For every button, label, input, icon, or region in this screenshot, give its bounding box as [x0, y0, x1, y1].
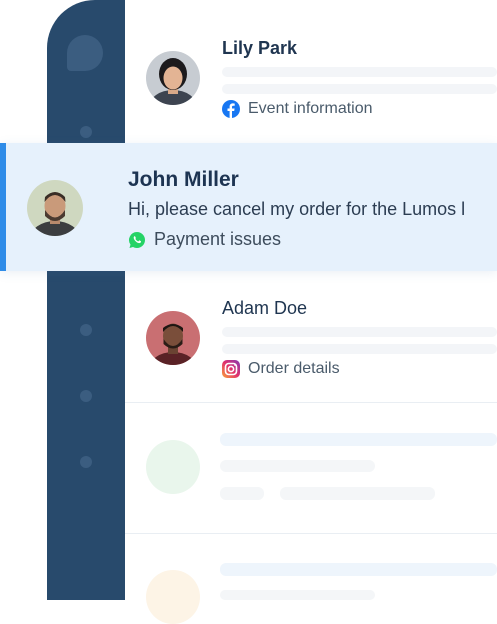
tag-placeholder	[220, 487, 264, 500]
sidebar-nav-dot[interactable]	[80, 324, 92, 336]
title-placeholder	[220, 563, 497, 576]
contact-name: Adam Doe	[222, 298, 308, 318]
avatar-placeholder	[146, 570, 200, 624]
line-placeholder	[280, 487, 435, 500]
channel-label: Event information	[248, 100, 373, 117]
channel-tag: Order details	[222, 360, 340, 378]
whatsapp-icon	[128, 231, 146, 249]
title-placeholder	[220, 433, 497, 446]
contact-name: John Miller	[128, 168, 239, 191]
message-placeholder	[222, 84, 497, 94]
message-placeholder	[222, 344, 497, 354]
app-logo-icon	[67, 35, 103, 71]
channel-label: Payment issues	[154, 229, 282, 249]
avatar	[146, 311, 200, 365]
avatar	[27, 180, 83, 236]
message-placeholder	[222, 67, 497, 77]
instagram-icon	[222, 360, 240, 378]
active-indicator	[0, 143, 6, 271]
line-placeholder	[220, 590, 375, 600]
avatar	[146, 51, 200, 105]
sidebar-nav-dot[interactable]	[80, 456, 92, 468]
sidebar-nav-dot[interactable]	[80, 390, 92, 402]
sidebar	[47, 0, 125, 600]
channel-tag: Event information	[222, 100, 373, 118]
facebook-icon	[222, 100, 240, 118]
divider	[125, 533, 497, 534]
message-placeholder	[222, 327, 497, 337]
contact-name: Lily Park	[222, 38, 298, 58]
divider	[125, 402, 497, 403]
message-preview: Hi, please cancel my order for the Lumos…	[128, 199, 466, 219]
avatar-placeholder	[146, 440, 200, 494]
channel-label: Order details	[248, 360, 340, 377]
channel-tag: Payment issues	[128, 229, 281, 250]
line-placeholder	[220, 460, 375, 472]
sidebar-nav-dot[interactable]	[80, 126, 92, 138]
